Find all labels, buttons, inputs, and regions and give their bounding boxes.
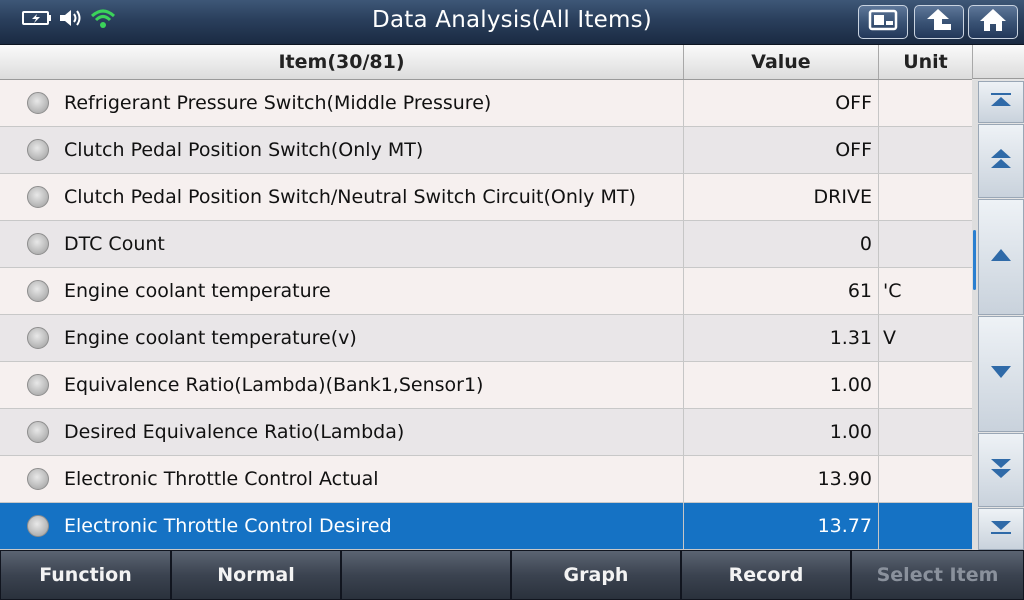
item-unit: 'C	[883, 280, 902, 302]
radio-icon[interactable]	[27, 421, 49, 443]
line-down-button[interactable]	[978, 316, 1024, 432]
scroll-bottom-icon	[989, 519, 1013, 539]
item-unit	[879, 80, 972, 126]
line-up-button[interactable]	[978, 199, 1024, 315]
item-name: Electronic Throttle Control Actual	[64, 468, 379, 490]
radio-icon[interactable]	[27, 139, 49, 161]
table-row[interactable]: Electronic Throttle Control Actual 13.90	[0, 456, 972, 503]
scrollbar-thumb[interactable]	[973, 230, 976, 290]
title-bar: Data Analysis(All Items)	[0, 0, 1024, 45]
item-value: 0	[684, 221, 879, 267]
item-value: OFF	[684, 80, 879, 126]
page-down-button[interactable]	[978, 433, 1024, 507]
table-row[interactable]: Engine coolant temperature(v) 1.31 V	[0, 315, 972, 362]
item-value: 1.31	[684, 315, 879, 361]
item-value: 1.00	[684, 409, 879, 455]
item-unit	[879, 174, 972, 220]
select-item-button[interactable]: Select Item	[851, 550, 1024, 600]
column-header-value[interactable]: Value	[684, 45, 879, 79]
table-row[interactable]: Desired Equivalence Ratio(Lambda) 1.00	[0, 409, 972, 456]
home-button[interactable]	[968, 5, 1018, 39]
item-value: 13.90	[684, 456, 879, 502]
scroll-top-button[interactable]	[978, 81, 1024, 123]
table-header: Item(30/81) Value Unit	[0, 45, 972, 80]
item-unit	[879, 362, 972, 408]
line-up-icon	[989, 247, 1013, 267]
table-row[interactable]: Refrigerant Pressure Switch(Middle Press…	[0, 80, 972, 127]
blank-button[interactable]	[341, 550, 511, 600]
table-row[interactable]: Clutch Pedal Position Switch/Neutral Swi…	[0, 174, 972, 221]
scroll-bottom-button[interactable]	[978, 508, 1024, 550]
item-unit: V	[883, 327, 896, 349]
function-button[interactable]: Function	[0, 550, 171, 600]
scroll-controls	[972, 45, 1024, 550]
item-unit	[879, 503, 972, 549]
screenshot-icon	[868, 9, 898, 35]
item-value: 61	[684, 268, 879, 314]
radio-icon[interactable]	[27, 233, 49, 255]
home-icon	[979, 7, 1007, 37]
radio-icon[interactable]	[27, 280, 49, 302]
item-name: Refrigerant Pressure Switch(Middle Press…	[64, 92, 492, 114]
item-name: Electronic Throttle Control Desired	[64, 515, 392, 537]
record-button[interactable]: Record	[681, 550, 851, 600]
scroll-top-icon	[989, 92, 1013, 112]
table-row[interactable]: Engine coolant temperature 61 'C	[0, 268, 972, 315]
line-down-icon	[989, 364, 1013, 384]
page-down-icon	[989, 456, 1013, 484]
radio-icon[interactable]	[27, 186, 49, 208]
page-up-button[interactable]	[978, 124, 1024, 198]
back-button[interactable]	[914, 5, 964, 39]
item-name: Equivalence Ratio(Lambda)(Bank1,Sensor1)	[64, 374, 484, 396]
graph-button[interactable]: Graph	[511, 550, 681, 600]
item-name: Clutch Pedal Position Switch(Only MT)	[64, 139, 424, 161]
item-name: Engine coolant temperature(v)	[64, 327, 357, 349]
bottom-toolbar: Function Normal Graph Record Select Item	[0, 550, 1024, 600]
scroll-header	[972, 45, 1024, 79]
page-up-icon	[989, 147, 1013, 175]
back-icon	[925, 7, 953, 37]
item-name: DTC Count	[64, 233, 165, 255]
column-header-item[interactable]: Item(30/81)	[0, 45, 684, 79]
screenshot-button[interactable]	[858, 5, 908, 39]
radio-icon[interactable]	[27, 468, 49, 490]
item-value: 1.00	[684, 362, 879, 408]
item-name: Engine coolant temperature	[64, 280, 331, 302]
table-row[interactable]: DTC Count 0	[0, 221, 972, 268]
radio-icon[interactable]	[27, 92, 49, 114]
item-value: 13.77	[684, 503, 879, 549]
item-unit	[879, 127, 972, 173]
radio-icon[interactable]	[27, 374, 49, 396]
item-unit	[879, 221, 972, 267]
item-value: DRIVE	[684, 174, 879, 220]
item-name: Clutch Pedal Position Switch/Neutral Swi…	[64, 186, 636, 208]
item-value: OFF	[684, 127, 879, 173]
table-row[interactable]: Equivalence Ratio(Lambda)(Bank1,Sensor1)…	[0, 362, 972, 409]
item-unit	[879, 456, 972, 502]
radio-icon[interactable]	[27, 327, 49, 349]
data-table: Item(30/81) Value Unit Refrigerant Press…	[0, 45, 972, 550]
radio-icon[interactable]	[27, 515, 49, 537]
table-row-selected[interactable]: Electronic Throttle Control Desired 13.7…	[0, 503, 972, 550]
table-row[interactable]: Clutch Pedal Position Switch(Only MT) OF…	[0, 127, 972, 174]
column-header-unit[interactable]: Unit	[879, 45, 972, 79]
normal-button[interactable]: Normal	[171, 550, 341, 600]
item-name: Desired Equivalence Ratio(Lambda)	[64, 421, 405, 443]
item-unit	[879, 409, 972, 455]
